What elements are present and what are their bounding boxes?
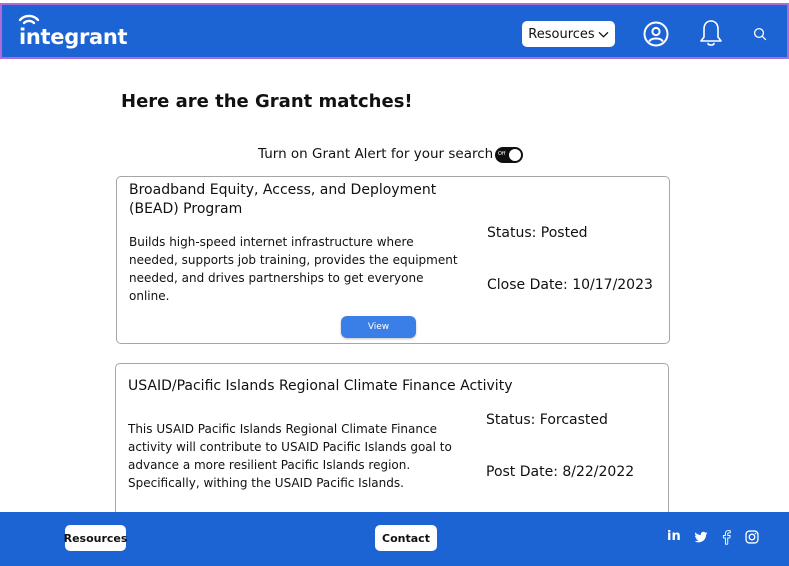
page-title: Here are the Grant matches! — [121, 91, 413, 112]
grant-title: Broadband Equity, Access, and Deployment… — [129, 182, 437, 217]
top-navbar: integrant Resources — [0, 3, 789, 59]
resources-dropdown-button[interactable]: Resources — [522, 21, 615, 47]
grant-title: USAID/Pacific Islands Regional Climate F… — [128, 378, 513, 394]
grant-post-date: Post Date: 8/22/2022 — [486, 464, 635, 480]
grant-close-date: Close Date: 10/17/2023 — [487, 277, 653, 293]
bell-icon[interactable] — [698, 18, 724, 48]
view-button[interactable]: View — [341, 316, 416, 338]
grant-card: Broadband Equity, Access, and Deployment… — [116, 176, 670, 344]
footer-contact-button[interactable]: Contact — [375, 525, 437, 551]
grant-status: Status: Forcasted — [486, 412, 608, 428]
grant-status: Status: Posted — [487, 225, 588, 241]
grant-card: USAID/Pacific Islands Regional Climate F… — [115, 363, 669, 533]
search-icon[interactable] — [753, 27, 767, 41]
resources-label: Resources — [528, 26, 595, 42]
footer-resources-button[interactable]: Resources — [64, 525, 127, 551]
footer: Resources Contact in — [0, 512, 789, 566]
logo-text: integrant — [19, 25, 128, 49]
linkedin-icon[interactable]: in — [667, 529, 681, 544]
instagram-icon[interactable] — [745, 530, 759, 544]
grant-alert-row: Turn on Grant Alert for your search Off — [258, 146, 523, 163]
twitter-icon[interactable] — [694, 531, 708, 544]
toggle-knob — [509, 149, 521, 161]
grant-alert-label: Turn on Grant Alert for your search — [258, 146, 494, 162]
grant-description: Builds high-speed internet infrastructur… — [129, 235, 458, 303]
grant-description: This USAID Pacific Islands Regional Clim… — [128, 422, 452, 490]
facebook-icon[interactable] — [722, 530, 731, 545]
toggle-state-label: Off — [498, 151, 506, 157]
chevron-down-icon — [598, 31, 608, 37]
integrant-logo[interactable]: integrant — [18, 14, 128, 49]
profile-icon[interactable] — [643, 21, 669, 47]
grant-alert-toggle[interactable]: Off — [495, 147, 523, 163]
